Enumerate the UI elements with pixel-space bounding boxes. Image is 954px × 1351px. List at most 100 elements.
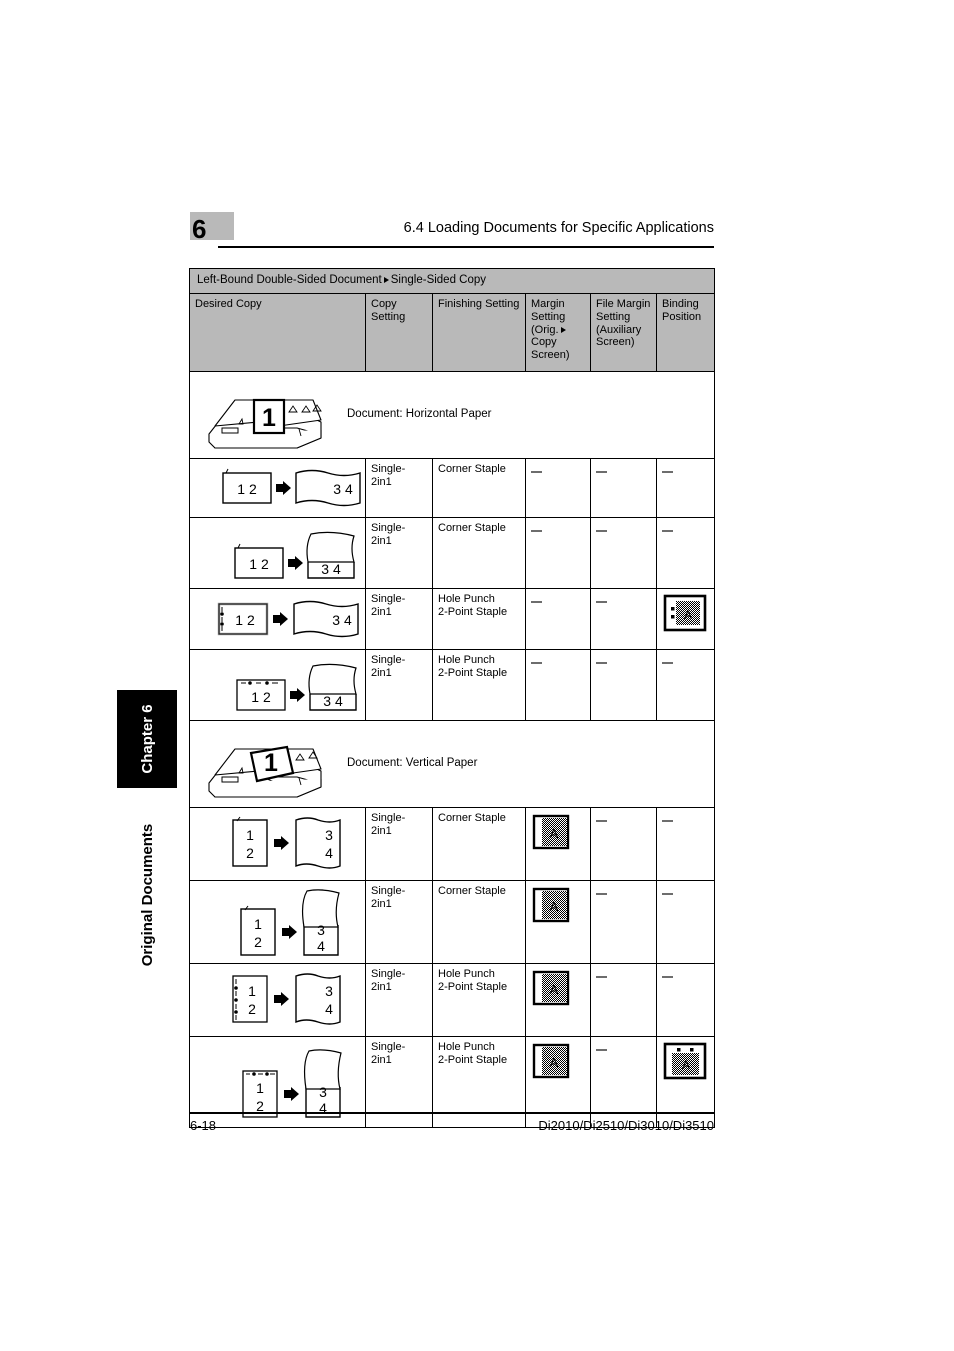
arrow-right-icon [383, 276, 389, 283]
source-pages-label: 1 2 [251, 689, 271, 705]
table-title-suffix: Single-Sided Copy [390, 274, 487, 286]
table-header-row: Desired Copy Copy Setting Finishing Sett… [189, 292, 715, 372]
col-header-copy-setting: Copy Setting [365, 292, 433, 372]
source-pages-label: 1 2 [249, 556, 269, 572]
margin-setting-left-bar-icon: A [532, 1043, 570, 1078]
dash-icon [596, 819, 607, 822]
desired-copy-diagram: 1 2 3 4 [189, 516, 366, 589]
chapter-side-tab-label: Chapter 6 [138, 704, 156, 774]
table-row: 1 2 3 4 Single- 2in1 Hole Punch 2-Point St… [189, 587, 715, 650]
svg-text:A: A [550, 1055, 559, 1070]
finishing-setting-cell: Hole Punch 2-Point Staple [432, 587, 526, 650]
dash-icon [596, 1048, 607, 1051]
dash-icon [596, 470, 607, 473]
margin-setting-cell [525, 457, 591, 518]
col-header-binding-position: Binding Position [656, 292, 715, 372]
margin-setting-cell [525, 648, 591, 721]
file-margin-setting-cell [590, 587, 657, 650]
copy-setting-cell: Single- 2in1 [365, 516, 433, 589]
binding-position-cell [656, 962, 715, 1037]
table-row: 1 2 3 4 Single- 2in1 Hole Punch 2-Point St… [189, 648, 715, 721]
dash-icon [596, 600, 607, 603]
table-title-cell: Left-Bound Double-Sided Document Single-S… [189, 268, 715, 294]
binding-position-cell [656, 879, 715, 964]
vertical-flow-curved-top-icon: 1 2 3 4 [240, 888, 340, 956]
dash-icon [662, 892, 673, 895]
binding-position-cell: A [656, 587, 715, 650]
illustration-caption-vertical: Document: Vertical Paper [347, 756, 478, 769]
horizontal-flow-curved-right-icon: 1 2 3 4 [222, 468, 361, 506]
dash-icon [662, 975, 673, 978]
svg-text:A: A [682, 1058, 690, 1072]
arrow-right-icon [274, 991, 289, 1006]
dash-icon [531, 661, 542, 664]
target-page-top: 3 [317, 922, 325, 938]
margin-setting-cell: A [525, 962, 591, 1037]
horizontal-flow-punch-top-icon: 1 2 3 4 [236, 663, 357, 711]
binding-position-cell [656, 806, 715, 881]
page-header: 6 6.4 Loading Documents for Specific App… [190, 212, 714, 248]
binding-position-left-icon: A [663, 594, 707, 631]
binding-position-cell [656, 516, 715, 589]
file-margin-setting-cell [590, 879, 657, 964]
target-pages-label: 3 4 [323, 693, 343, 709]
dash-icon [596, 892, 607, 895]
source-page-top: 1 [248, 983, 256, 999]
table-title-row: Left-Bound Double-Sided Document Single-S… [189, 268, 715, 294]
feeder-sheet-label: 1 [262, 404, 276, 432]
dash-icon [531, 600, 542, 603]
arrow-right-icon [290, 687, 305, 702]
arrow-right-icon [276, 480, 291, 495]
copy-setting-cell: Single- 2in1 [365, 587, 433, 650]
table-row: 1 2 3 4 Single- 2in1 Hole Punch 2-Point St… [189, 962, 715, 1037]
vertical-flow-curved-right-icon: 1 2 3 4 [232, 816, 341, 869]
file-margin-setting-cell [590, 516, 657, 589]
horizontal-flow-punch-left-icon: 1 2 3 4 [217, 600, 359, 637]
copy-setting-cell: Single- 2in1 [365, 806, 433, 881]
source-page-top: 1 [246, 827, 254, 843]
margin-setting-line1: Margin Setting [531, 297, 566, 323]
desired-copy-diagram: 1 2 3 4 [189, 806, 366, 881]
arrow-right-icon [284, 1086, 299, 1101]
footer-divider [190, 1112, 714, 1114]
footer-model-names: Di2010/Di2510/Di3010/Di3510 [538, 1118, 714, 1133]
finishing-setting-cell: Corner Staple [432, 457, 526, 518]
margin-setting-line2: (Orig. [531, 323, 559, 336]
margin-setting-cell [525, 587, 591, 650]
svg-text:A: A [550, 826, 559, 841]
chapter-side-tab: Chapter 6 [117, 690, 177, 788]
desired-copy-diagram: 1 2 3 4 [189, 587, 366, 650]
target-page-top: 3 [325, 983, 333, 999]
table-row: 1 2 3 4 Single- 2in1 Corner Staple A [189, 879, 715, 964]
source-pages-label: 1 2 [237, 481, 257, 497]
desired-copy-diagram: 1 2 3 4 [189, 457, 366, 518]
vertical-flow-punch-left-icon: 1 2 3 4 [232, 972, 341, 1025]
source-page-bottom: 2 [254, 934, 262, 950]
binding-position-cell [656, 648, 715, 721]
arrow-right-icon [288, 555, 303, 570]
file-margin-setting-cell [590, 457, 657, 518]
copy-setting-cell: Single- 2in1 [365, 962, 433, 1037]
dash-icon [662, 819, 673, 822]
target-pages-label: 3 4 [333, 481, 353, 497]
document-feeder-icon: 1 [208, 745, 322, 798]
arrow-right-icon [273, 611, 288, 626]
feeder-sheet-label: 1 [264, 749, 278, 777]
margin-setting-cell: A [525, 879, 591, 964]
dash-icon [662, 661, 673, 664]
source-page-top: 1 [254, 916, 262, 932]
binding-position-top-icon: A [663, 1042, 707, 1079]
arrow-right-icon [282, 924, 297, 939]
target-page-bottom: 4 [325, 845, 333, 861]
binding-position-cell [656, 457, 715, 518]
source-page-bottom: 2 [248, 1001, 256, 1017]
margin-setting-left-bar-icon: A [532, 814, 570, 849]
dash-icon [596, 975, 607, 978]
finishing-setting-cell: Hole Punch 2-Point Staple [432, 648, 526, 721]
source-pages-label: 1 2 [235, 612, 255, 628]
loading-documents-table: Left-Bound Double-Sided Document Single-S… [189, 268, 715, 1128]
illustration-row-vertical: 1 Document: Vertical Paper [189, 719, 715, 808]
copy-setting-cell: Single- 2in1 [365, 879, 433, 964]
arrow-right-icon [560, 326, 566, 333]
desired-copy-diagram: 1 2 3 4 [189, 879, 366, 964]
